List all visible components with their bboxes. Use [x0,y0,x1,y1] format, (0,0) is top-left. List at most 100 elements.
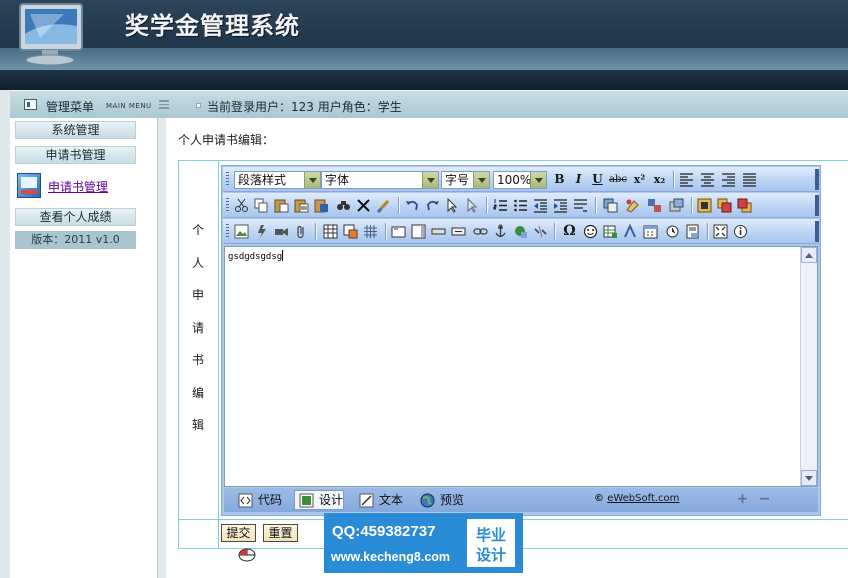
align-center-icon[interactable] [700,172,715,187]
sidebar-item-system-management[interactable]: 系统管理 [15,121,136,139]
paste-icon[interactable] [274,198,289,213]
layer-icon[interactable] [669,198,684,213]
frame-icon[interactable] [697,198,712,213]
input-field-icon[interactable] [391,224,406,239]
highlight-icon[interactable] [625,198,640,213]
flash-icon[interactable] [254,224,269,239]
tab-preview[interactable]: 预览 [415,490,465,510]
zoom-in-icon[interactable]: + [736,492,749,506]
paste-text-icon[interactable] [294,198,309,213]
sidebar-item-application-management[interactable]: 申请书管理 [15,146,136,164]
select-all-icon[interactable] [445,198,460,213]
code-icon [238,493,253,508]
copy-icon[interactable] [254,198,269,213]
numbered-list-icon[interactable] [493,198,508,213]
textarea-icon[interactable] [411,224,426,239]
unselect-icon[interactable] [465,198,480,213]
insert-table-icon[interactable] [323,224,338,239]
tab-design[interactable]: 设计 [294,490,345,510]
align-left-icon[interactable] [679,172,694,187]
paragraph-style-select[interactable]: 段落样式 [234,171,321,189]
bring-front-icon[interactable] [717,198,732,213]
editor-scrollbar[interactable] [800,247,817,486]
button-field-icon[interactable] [451,224,466,239]
fullscreen-icon[interactable] [713,224,728,239]
editor-text[interactable]: gsdgdsgdsg [228,250,284,262]
align-justify-icon[interactable] [742,172,757,187]
label-char: 人 [191,255,204,270]
header-stripe [0,70,848,90]
indent-icon[interactable] [553,198,568,213]
menu-toggle-icon[interactable] [159,100,169,109]
grid-icon[interactable] [363,224,378,239]
menu-panel-icon [24,99,37,110]
scroll-up-button[interactable] [801,247,817,263]
font-size-select[interactable]: 字号 [441,171,490,189]
paragraph-icon[interactable] [573,198,588,213]
subscript-button[interactable]: x₂ [651,171,668,188]
editor-mode-bar: 代码 设计 文本 预览 © eWebSoft.com + − [224,488,818,512]
art-text-icon[interactable] [623,224,638,239]
italic-button[interactable]: I [570,171,587,188]
time-icon[interactable] [665,224,680,239]
hidden-field-icon[interactable] [431,224,446,239]
cut-icon[interactable] [234,198,249,213]
page-break-icon[interactable] [685,224,700,239]
table-icon[interactable] [647,198,662,213]
font-family-select[interactable]: 字体 [321,171,439,189]
toolbar-grip[interactable] [226,224,229,239]
bullet-list-icon[interactable] [513,198,528,213]
sidebar-link-application[interactable]: 申请书管理 [48,178,108,195]
submit-button[interactable]: 提交 [221,524,256,542]
strikethrough-button[interactable]: abc [607,171,629,188]
chevron-down-icon[interactable] [304,172,320,188]
bold-button[interactable]: B [551,171,568,188]
sidebar-item-view-scores[interactable]: 查看个人成绩 [15,208,136,226]
tab-code[interactable]: 代码 [233,490,283,510]
toolbar-grip[interactable] [226,172,229,187]
chevron-down-icon[interactable] [422,172,438,188]
about-icon[interactable] [733,224,748,239]
superscript-button[interactable]: x² [631,171,648,188]
tab-text[interactable]: 文本 [354,490,404,510]
attachment-icon[interactable] [294,224,309,239]
delete-icon[interactable] [356,198,371,213]
undo-icon[interactable] [405,198,420,213]
paste-word-icon[interactable] [314,198,329,213]
form-icon[interactable] [343,224,358,239]
align-right-icon[interactable] [721,172,736,187]
send-back-icon[interactable] [737,198,752,213]
clear-format-icon[interactable] [376,198,391,213]
chevron-down-icon[interactable] [530,172,546,188]
emoticon-icon[interactable] [583,224,598,239]
redo-icon[interactable] [425,198,440,213]
zoom-select[interactable]: 100% [493,171,547,189]
unlink-icon[interactable] [533,224,548,239]
map-link-icon[interactable] [513,224,528,239]
zoom-out-icon[interactable]: − [758,492,771,506]
reset-button[interactable]: 重置 [263,524,298,542]
toolbar-grip[interactable] [226,198,229,213]
underline-button[interactable]: U [589,171,606,188]
bullet-icon [196,103,201,108]
anchor-icon[interactable] [493,224,508,239]
watermark-url: www.kecheng8.com [331,550,451,564]
outdent-icon[interactable] [533,198,548,213]
media-icon[interactable] [274,224,289,239]
brand-link[interactable]: eWebSoft.com [607,493,679,504]
special-char-icon[interactable]: Ω [561,223,578,240]
watermark-overlay: QQ:459382737 www.kecheng8.com 毕业 设计 [324,513,523,573]
link-icon[interactable] [473,224,488,239]
editor-content-area[interactable]: gsdgdsgdsg [224,246,818,487]
text-color-icon[interactable] [603,198,618,213]
chevron-down-icon[interactable] [473,172,489,188]
find-icon[interactable] [336,198,351,213]
toolbar-separator [707,223,709,240]
date-icon[interactable] [643,224,658,239]
scroll-down-button[interactable] [801,470,817,486]
excel-icon[interactable] [603,224,618,239]
user-info: 当前登录用户：123 用户角色：学生 [207,100,402,114]
app-title: 奖学金管理系统 [125,11,300,40]
image-icon[interactable] [234,224,249,239]
toolbar-separator [595,197,597,214]
